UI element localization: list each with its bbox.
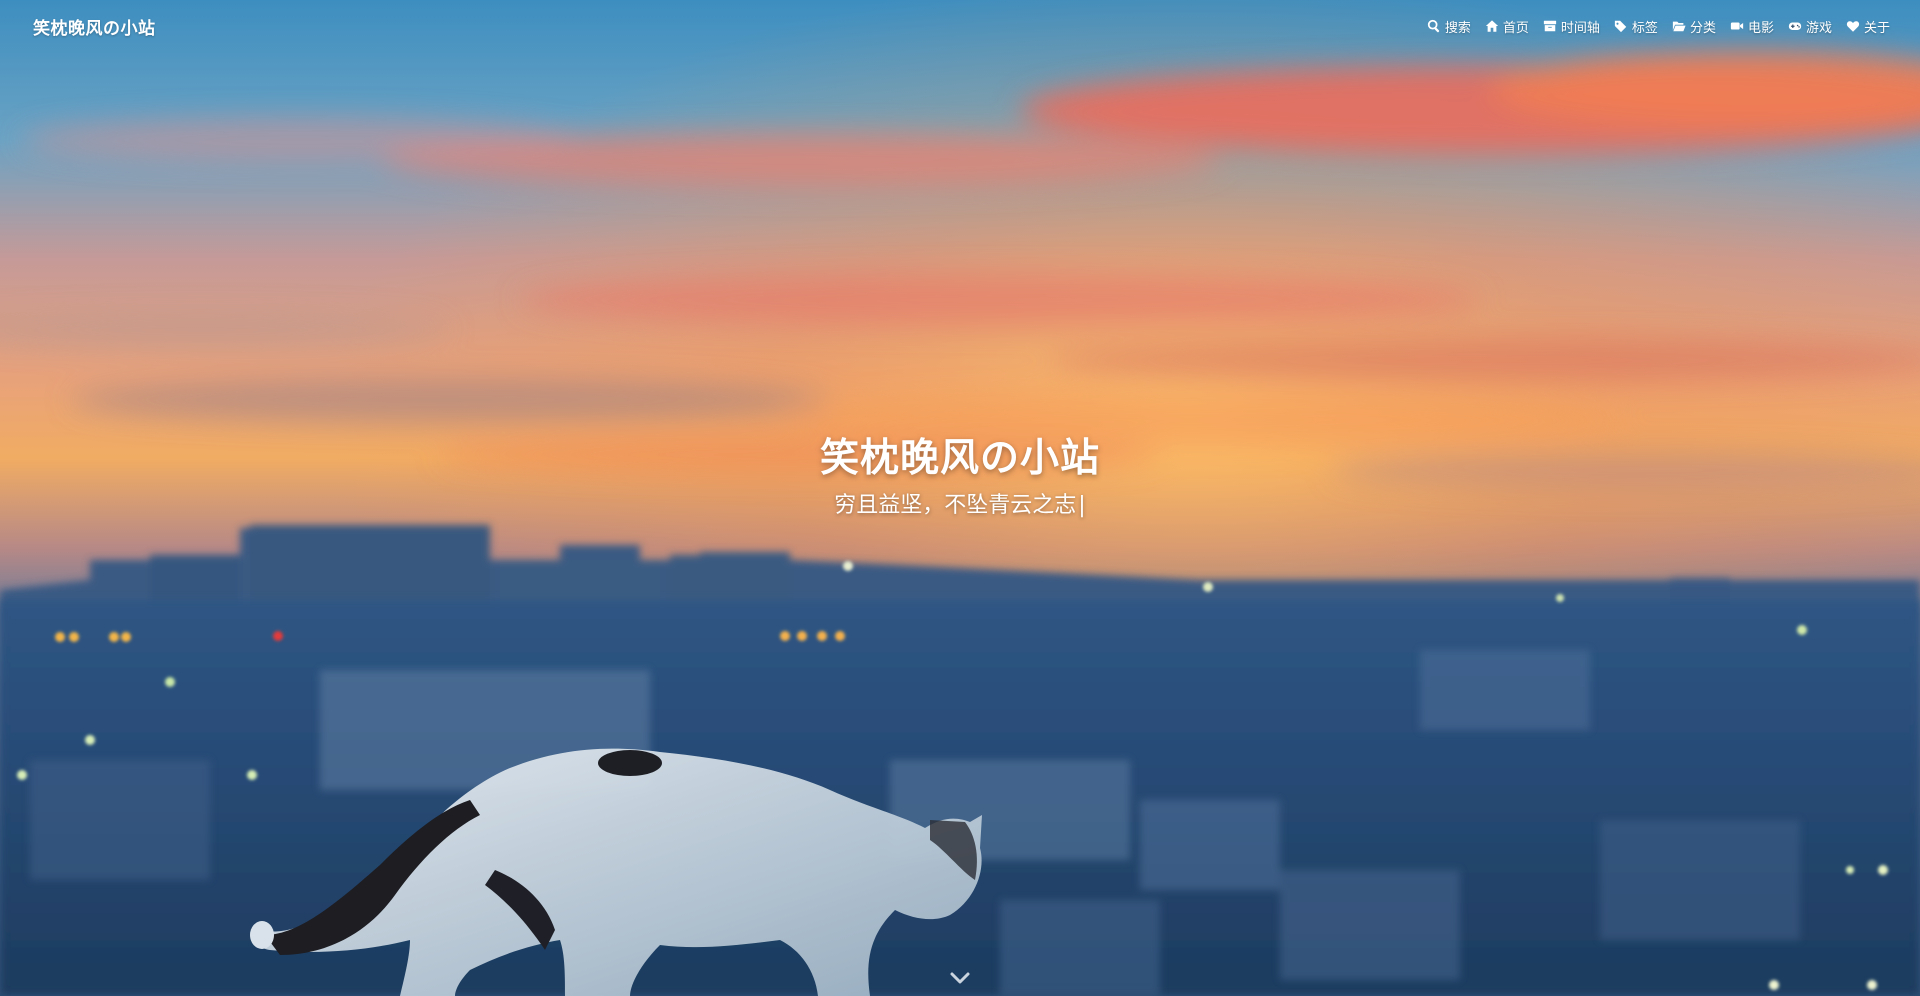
hero-section: 笑枕晚风の小站 搜索 首页 时间轴 标签 分类 电影 游戏 关于 笑枕晚风の小站…	[0, 0, 1920, 996]
folder-open-icon	[1672, 19, 1686, 33]
nav-item-label: 标签	[1631, 20, 1658, 36]
main-nav: 搜索 首页 时间轴 标签 分类 电影 游戏 关于	[1427, 17, 1890, 36]
hero-title: 笑枕晚风の小站	[819, 436, 1100, 481]
scroll-down-button[interactable]	[948, 966, 972, 990]
hero-text: 笑枕晚风の小站 穷且益坚，不坠青云之志|	[0, 433, 1920, 521]
nav-item-label: 游戏	[1805, 20, 1832, 36]
nav-item-label: 时间轴	[1560, 20, 1600, 36]
nav-item-search[interactable]: 搜索	[1427, 17, 1471, 36]
nav-item-games[interactable]: 游戏	[1788, 17, 1832, 36]
heart-icon	[1846, 19, 1860, 33]
nav-item-about[interactable]: 关于	[1846, 17, 1890, 36]
gamepad-icon	[1788, 19, 1802, 33]
typing-cursor: |	[1078, 493, 1086, 518]
nav-item-movies[interactable]: 电影	[1730, 17, 1774, 36]
nav-item-label: 首页	[1502, 20, 1529, 36]
nav-item-tags[interactable]: 标签	[1614, 17, 1658, 36]
tags-icon	[1614, 19, 1628, 33]
chevron-down-icon	[948, 966, 972, 990]
nav-item-label: 关于	[1863, 20, 1890, 36]
nav-item-label: 电影	[1747, 20, 1774, 36]
nav-item-categories[interactable]: 分类	[1672, 17, 1716, 36]
nav-item-label: 分类	[1689, 20, 1716, 36]
video-camera-icon	[1730, 19, 1744, 33]
archive-icon	[1543, 19, 1557, 33]
nav-item-timeline[interactable]: 时间轴	[1543, 17, 1600, 36]
hero-subtitle: 穷且益坚，不坠青云之志|	[0, 491, 1920, 521]
nav-item-home[interactable]: 首页	[1485, 17, 1529, 36]
top-navbar: 笑枕晚风の小站 搜索 首页 时间轴 标签 分类 电影 游戏 关于	[0, 0, 1920, 52]
nav-item-label: 搜索	[1444, 20, 1471, 36]
hero-subtitle-text: 穷且益坚，不坠青云之志	[834, 493, 1077, 518]
search-icon	[1427, 19, 1441, 33]
site-brand[interactable]: 笑枕晚风の小站	[33, 14, 156, 39]
home-icon	[1485, 19, 1499, 33]
